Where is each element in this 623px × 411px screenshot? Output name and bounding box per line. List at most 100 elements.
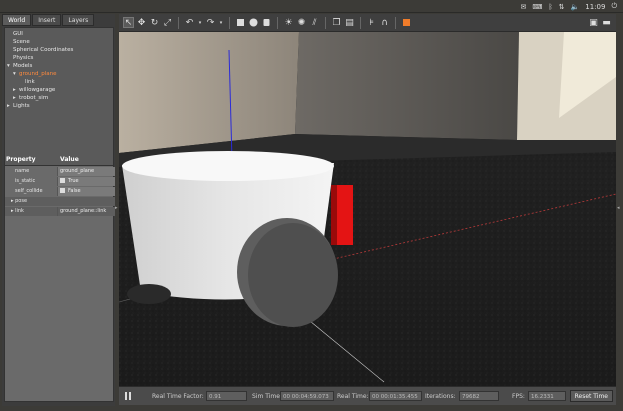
real-time-label: Real Time: <box>337 393 369 400</box>
tree-item-label: Physics <box>13 55 34 61</box>
box-icon[interactable] <box>235 17 246 28</box>
clock[interactable]: 11:09 <box>585 3 605 11</box>
property-key: self_collide <box>15 188 43 194</box>
system-top-bar: ✉ ⌨ ᛒ ⇅ 🔈 11:09 ⏻ <box>0 0 623 13</box>
checkbox-label: True <box>68 178 79 184</box>
translate-icon[interactable]: ✥ <box>136 17 147 28</box>
property-value: False <box>57 187 115 196</box>
tab-world[interactable]: World <box>2 14 32 26</box>
point-light-icon[interactable]: ☀ <box>283 17 294 28</box>
bluetooth-icon[interactable]: ᛒ <box>548 3 552 11</box>
robot-body-top[interactable] <box>122 151 334 181</box>
tree-item[interactable]: Spherical Coordinates <box>7 46 73 54</box>
left-panel: World Insert Layers GUI Scene Spherical Co… <box>2 14 115 406</box>
3d-viewport[interactable]: ↖ ✥ ↻ ⤢ ↶ ▾ ↷ ▾ ☀ ✺ ⫽ ❐ ▤ ⊧ ∩ ▣ ▬ Real T… <box>119 14 616 405</box>
property-value: ground_plane::link <box>57 207 115 216</box>
tree-item[interactable]: link <box>19 78 35 86</box>
toolbar-separator <box>277 16 278 29</box>
property-group-pose[interactable]: ▸ pose <box>5 197 115 206</box>
toolbar-separator <box>395 16 396 29</box>
snap-icon[interactable]: ∩ <box>379 17 390 28</box>
caster-wheel <box>127 284 171 304</box>
network-icon[interactable]: ⇅ <box>559 3 565 11</box>
tree-item[interactable]: ▸ willowgarage <box>13 86 55 94</box>
tree-item[interactable]: ▸ Lights <box>7 102 30 110</box>
spot-light-icon[interactable]: ✺ <box>296 17 307 28</box>
tab-insert[interactable]: Insert <box>32 14 62 26</box>
scene-render[interactable] <box>119 32 616 386</box>
mail-icon[interactable]: ✉ <box>520 3 526 11</box>
property-key: ▸ link <box>11 208 24 214</box>
rotate-icon[interactable]: ↻ <box>149 17 160 28</box>
tree-item-label: link <box>25 79 35 85</box>
property-row-self-collide[interactable]: self_collide False <box>5 187 115 196</box>
drive-wheel-face[interactable] <box>248 223 338 327</box>
group-label: link <box>15 208 24 214</box>
tab-layers[interactable]: Layers <box>62 14 95 26</box>
splitter-handle-right[interactable]: ◂ <box>617 205 620 211</box>
property-value: True <box>57 177 115 186</box>
reset-time-button[interactable]: Reset Time <box>569 390 613 402</box>
power-icon[interactable]: ⏻ <box>611 2 617 11</box>
tree-item[interactable]: ▾ ground_plane <box>13 70 56 78</box>
property-group-link[interactable]: ▸ link ground_plane::link <box>5 207 115 216</box>
directional-light-icon[interactable]: ⫽ <box>309 17 320 28</box>
tree-item[interactable]: Scene <box>7 38 30 46</box>
iterations-label: Iterations: <box>425 393 456 400</box>
cylinder-icon[interactable] <box>261 17 272 28</box>
paste-icon[interactable]: ▤ <box>344 17 355 28</box>
volume-icon[interactable]: 🔈 <box>571 3 580 11</box>
value-column-header: Value <box>60 156 79 163</box>
redo-dropdown-icon[interactable]: ▾ <box>218 17 224 28</box>
align-icon[interactable]: ⊧ <box>366 17 377 28</box>
rtf-value: 0.91 <box>206 391 247 401</box>
tree-item[interactable]: Physics <box>7 54 33 62</box>
tree-item-label: Lights <box>13 103 30 109</box>
record-icon[interactable]: ▬ <box>601 17 612 28</box>
group-label: pose <box>15 198 28 204</box>
splitter-handle-left[interactable]: ▸ <box>115 205 118 211</box>
status-bar: Real Time Factor: 0.91 Sim Time: 00 00:0… <box>119 386 616 405</box>
tree-item[interactable]: ▸ trobot_sim <box>13 94 48 102</box>
sphere-icon[interactable] <box>248 17 259 28</box>
pause-icon[interactable] <box>125 392 132 400</box>
property-key: is_static <box>15 178 36 184</box>
tree-item-label: Models <box>13 63 33 69</box>
undo-icon[interactable]: ↶ <box>184 17 195 28</box>
scale-icon[interactable]: ⤢ <box>162 17 173 28</box>
rtf-label: Real Time Factor: <box>152 393 204 400</box>
property-key: ▸ pose <box>11 198 28 204</box>
tree-item[interactable]: ▾ Models <box>7 62 32 70</box>
tree-item-label: ground_plane <box>19 71 57 77</box>
fps-value: 16.2331 <box>528 391 566 401</box>
undo-dropdown-icon[interactable]: ▾ <box>197 17 203 28</box>
tree-item-label: trobot_sim <box>19 95 49 101</box>
sim-time-value: 00 00:04:59.073 <box>280 391 334 401</box>
sim-time-label: Sim Time: <box>252 393 282 400</box>
redo-icon[interactable]: ↷ <box>205 17 216 28</box>
copy-icon[interactable]: ❐ <box>331 17 342 28</box>
property-column-header: Property <box>6 156 36 163</box>
tree-item[interactable]: GUI <box>7 30 23 38</box>
property-table: name ground_plane is_static True self_co… <box>4 165 115 402</box>
tree-item-label: Scene <box>13 39 30 45</box>
iterations-value: 79682 <box>459 391 499 401</box>
toolbar-separator <box>325 16 326 29</box>
checkbox-label: False <box>68 188 81 194</box>
checkbox[interactable] <box>60 188 65 193</box>
keyboard-icon[interactable]: ⌨ <box>532 3 542 11</box>
orange-shape-icon[interactable] <box>401 17 412 28</box>
property-row-is-static[interactable]: is_static True <box>5 177 115 186</box>
property-row-name[interactable]: name ground_plane <box>5 167 115 176</box>
real-time-value: 00 00:01:35.455 <box>369 391 422 401</box>
wall-center <box>295 32 519 140</box>
checkbox[interactable] <box>60 178 65 183</box>
property-header: Property Value <box>4 156 114 164</box>
world-tree: GUI Scene Spherical Coordinates Physics ▾ Mod… <box>4 27 114 167</box>
select-arrow-icon[interactable]: ↖ <box>123 17 134 28</box>
wall-left <box>119 32 299 153</box>
viewport-toolbar: ↖ ✥ ↻ ⤢ ↶ ▾ ↷ ▾ ☀ ✺ ⫽ ❐ ▤ ⊧ ∩ ▣ ▬ <box>119 14 616 32</box>
screenshot-icon[interactable]: ▣ <box>588 17 599 28</box>
toolbar-separator <box>229 16 230 29</box>
panel-tabs: World Insert Layers <box>2 14 115 26</box>
